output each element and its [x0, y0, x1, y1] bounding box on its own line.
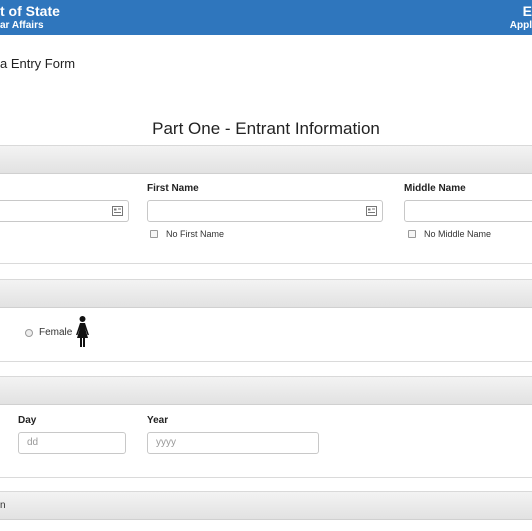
day-label: Day [18, 415, 37, 426]
department-subtitle: ar Affairs [0, 20, 44, 31]
next-section-label: n [0, 500, 6, 511]
site-header: t of State ar Affairs E Appl [0, 0, 532, 35]
first-name-input[interactable] [147, 200, 383, 222]
middle-name-input[interactable] [404, 200, 532, 222]
gender-section-bar [0, 279, 532, 308]
department-title: t of State [0, 3, 60, 19]
no-first-name-option[interactable]: No First Name [150, 229, 224, 239]
female-option[interactable]: Female [25, 327, 72, 338]
no-middle-name-label: No Middle Name [424, 229, 492, 239]
part-heading: Part One - Entrant Information [152, 119, 380, 138]
id-card-icon [112, 206, 123, 216]
id-card-icon [366, 206, 377, 216]
section-divider [0, 477, 532, 478]
female-person-icon [76, 316, 89, 347]
section-divider [0, 263, 532, 264]
day-input[interactable]: dd [18, 432, 126, 454]
birth-date-section-bar [0, 376, 532, 405]
year-placeholder: yyyy [156, 437, 176, 448]
first-name-label: First Name [147, 183, 199, 194]
no-middle-name-checkbox[interactable] [408, 230, 416, 238]
no-middle-name-option[interactable]: No Middle Name [408, 229, 491, 239]
female-radio[interactable] [25, 328, 33, 337]
no-first-name-checkbox[interactable] [150, 230, 158, 238]
name-section-bar [0, 145, 532, 174]
no-first-name-label: No First Name [166, 229, 225, 239]
form-title: a Entry Form [0, 56, 76, 71]
female-label: Female [39, 327, 73, 338]
year-label: Year [147, 415, 169, 426]
year-input[interactable]: yyyy [147, 432, 319, 454]
day-placeholder: dd [27, 437, 39, 448]
header-right-title: E [522, 3, 532, 19]
next-section-bar: n [0, 491, 532, 520]
header-right-subtitle: Appl [509, 20, 532, 31]
last-name-input[interactable] [0, 200, 129, 222]
middle-name-label: Middle Name [404, 183, 466, 194]
section-divider [0, 361, 532, 362]
